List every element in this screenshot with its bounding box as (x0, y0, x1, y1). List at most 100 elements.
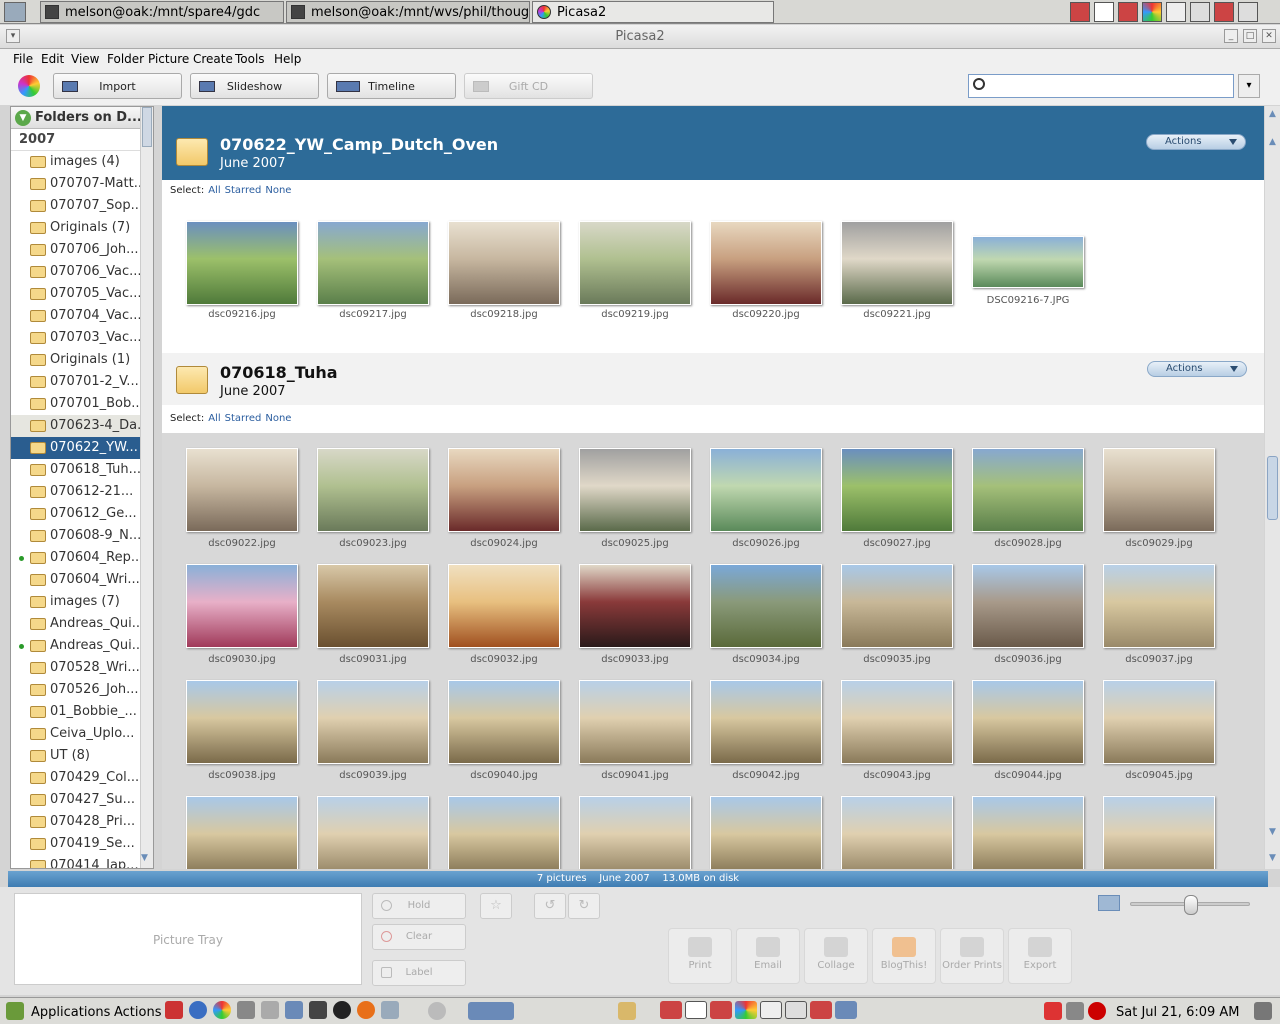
folder-item[interactable]: 070704_Vac... (11, 305, 153, 327)
folder-item[interactable]: Andreas_Qui... (11, 635, 153, 657)
folder-item[interactable]: Originals (7) (11, 217, 153, 239)
photo-thumbnail[interactable] (579, 564, 691, 648)
folder-item[interactable]: UT (8) (11, 745, 153, 767)
folder-item[interactable]: 070706_Vac... (11, 261, 153, 283)
photo-thumbnail[interactable] (317, 796, 429, 869)
select-starred-link[interactable]: Starred (225, 413, 262, 424)
workspace-switcher[interactable] (468, 1002, 514, 1020)
export-button[interactable]: Export (1008, 928, 1072, 984)
folder-item[interactable]: Andreas_Qui... (11, 613, 153, 635)
photo-thumbnail[interactable] (710, 564, 822, 648)
collapse-icon[interactable]: ▼ (15, 109, 31, 126)
window-icon[interactable] (1238, 2, 1258, 22)
picasa-icon[interactable] (213, 1001, 231, 1019)
folder-item[interactable]: 01_Bobbie_... (11, 701, 153, 723)
folder-item[interactable]: 070428_Pri... (11, 811, 153, 833)
photo-thumbnail[interactable] (448, 564, 560, 648)
photo-thumbnail[interactable] (1103, 680, 1215, 764)
menu-edit[interactable]: Edit (41, 52, 64, 66)
launcher-icon[interactable] (237, 1001, 255, 1019)
photo-thumbnail[interactable] (841, 796, 953, 869)
foot-icon[interactable] (6, 1002, 24, 1020)
folder-item[interactable]: 070427_Su... (11, 789, 153, 811)
task-terminal-2[interactable]: melson@oak:/mnt/wvs/phil/thoughtlet (286, 1, 530, 23)
folder-item[interactable]: 070622_YW... (11, 437, 153, 459)
firefox-icon[interactable] (660, 1001, 682, 1019)
window-icon[interactable] (685, 1001, 707, 1019)
window-list-icon[interactable] (4, 2, 26, 22)
menu-folder[interactable]: Folder (107, 52, 144, 66)
main-scroll-thumb[interactable] (1267, 456, 1278, 520)
photo-thumbnail[interactable] (186, 448, 298, 532)
export-button[interactable]: Print (668, 928, 732, 984)
phone-icon[interactable] (428, 1002, 446, 1020)
photo-thumbnail[interactable] (841, 221, 953, 305)
sidebar-scrollbar[interactable]: ▼ (140, 107, 153, 868)
album-header[interactable]: 070618_Tuha June 2007 Actions (162, 353, 1264, 405)
photo-thumbnail[interactable] (841, 448, 953, 532)
folder-item[interactable]: Originals (1) (11, 349, 153, 371)
timeline-button[interactable]: Timeline (327, 73, 456, 99)
photo-thumbnail[interactable] (841, 680, 953, 764)
select-none-link[interactable]: None (265, 413, 291, 424)
photo-thumbnail[interactable] (186, 680, 298, 764)
folder-item[interactable]: 070604_Rep... (11, 547, 153, 569)
folder-item[interactable]: 070618_Tuh... (11, 459, 153, 481)
select-all-link[interactable]: All (208, 185, 220, 196)
task-picasa[interactable]: Picasa2 (532, 1, 774, 23)
folder-item[interactable]: 070701_Bob... (11, 393, 153, 415)
folder-item[interactable]: images (7) (11, 591, 153, 613)
drawer-icon[interactable] (618, 1002, 636, 1020)
export-button[interactable]: Collage (804, 928, 868, 984)
gift-cd-button[interactable]: Gift CD (464, 73, 593, 99)
folder-item[interactable]: 070705_Vac... (11, 283, 153, 305)
menu-tools[interactable]: Tools (235, 52, 265, 66)
folder-item[interactable]: 070419_Se... (11, 833, 153, 855)
actions-dropdown[interactable]: Actions (1147, 361, 1247, 377)
window-icon[interactable] (1166, 2, 1186, 22)
folder-item[interactable]: 070612-21... (11, 481, 153, 503)
folder-item[interactable]: 070604_Wri... (11, 569, 153, 591)
photo-thumbnail[interactable] (972, 680, 1084, 764)
folder-item[interactable]: 070612_Ge... (11, 503, 153, 525)
star-button[interactable]: ☆ (480, 893, 512, 919)
label-button[interactable]: Label (372, 960, 466, 986)
photo-thumbnail[interactable] (186, 796, 298, 869)
picasa-icon[interactable] (1142, 2, 1162, 22)
computer-icon[interactable] (285, 1001, 303, 1019)
photo-thumbnail[interactable] (186, 564, 298, 648)
folders-header[interactable]: ▼ Folders on D... (11, 107, 153, 129)
folder-item[interactable]: 070528_Wri... (11, 657, 153, 679)
photo-thumbnail[interactable] (448, 796, 560, 869)
import-button[interactable]: Import (53, 73, 182, 99)
actions-menu[interactable]: Actions (114, 1005, 162, 1020)
clear-button[interactable]: Clear (372, 924, 466, 950)
applications-menu[interactable]: Applications (31, 1005, 110, 1020)
globe-icon[interactable] (189, 1001, 207, 1019)
photo-thumbnail[interactable] (448, 680, 560, 764)
window-icon[interactable] (1190, 2, 1210, 22)
firefox-icon[interactable] (1214, 2, 1234, 22)
slideshow-button[interactable]: Slideshow (190, 73, 319, 99)
photo-thumbnail[interactable] (448, 221, 560, 305)
picture-tray[interactable]: Picture Tray (14, 893, 362, 985)
folder-item[interactable]: 070526_Joh... (11, 679, 153, 701)
folder-item[interactable]: Ceiva_Uplo... (11, 723, 153, 745)
rotate-right-button[interactable]: ↻ (568, 893, 600, 919)
photo-thumbnail[interactable] (317, 221, 429, 305)
photo-thumbnail[interactable] (579, 680, 691, 764)
firefox-icon[interactable] (1118, 2, 1138, 22)
launcher-icon[interactable] (333, 1001, 351, 1019)
menu-file[interactable]: File (13, 52, 33, 66)
alert-icon[interactable] (1088, 1002, 1106, 1020)
folder-item[interactable]: 070623-4_Da... (11, 415, 153, 437)
window-icon[interactable] (785, 1001, 807, 1019)
export-button[interactable]: Order Prints (940, 928, 1004, 984)
photo-thumbnail[interactable] (1103, 448, 1215, 532)
window-menu-icon[interactable]: ▾ (6, 29, 20, 43)
firefox-icon[interactable] (710, 1001, 732, 1019)
photo-thumbnail[interactable] (1103, 796, 1215, 869)
photo-thumbnail[interactable] (579, 221, 691, 305)
maximize-icon[interactable]: □ (1243, 29, 1257, 43)
photo-thumbnail[interactable] (317, 448, 429, 532)
